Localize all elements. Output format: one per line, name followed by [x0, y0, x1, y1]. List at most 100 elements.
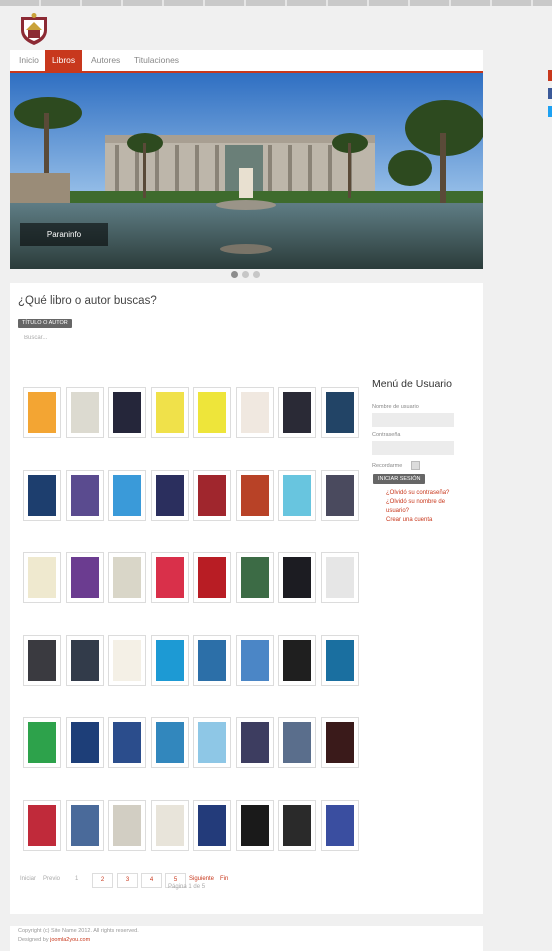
book-cover-image: [240, 557, 269, 598]
book-card[interactable]: [278, 717, 316, 768]
book-card[interactable]: [108, 799, 146, 851]
book-cover-image: [155, 557, 184, 598]
book-cover-image: [198, 639, 226, 681]
forgot-password-link[interactable]: ¿Olvidó su contraseña?: [386, 489, 449, 497]
book-card[interactable]: [150, 552, 189, 603]
filter-badge[interactable]: TÍTULO O AUTOR: [18, 319, 72, 328]
book-card[interactable]: [320, 799, 359, 851]
book-card[interactable]: [278, 552, 316, 603]
book-card[interactable]: [150, 799, 189, 851]
forgot-username-link[interactable]: ¿Olvidó su nombre de: [386, 498, 445, 506]
book-card[interactable]: [108, 717, 146, 768]
book-card[interactable]: [193, 634, 231, 686]
book-card[interactable]: [320, 469, 359, 521]
book-card[interactable]: [23, 799, 61, 851]
book-card[interactable]: [23, 469, 61, 521]
username-label: Nombre de usuario: [372, 404, 419, 410]
nav-item-titulaciones[interactable]: Titulaciones: [127, 50, 186, 71]
create-account-link[interactable]: Crear una cuenta: [386, 516, 432, 524]
university-logo[interactable]: [18, 12, 50, 46]
book-card[interactable]: [278, 634, 316, 686]
book-card[interactable]: [65, 552, 104, 603]
book-card[interactable]: [278, 469, 316, 521]
social-icon-3[interactable]: [548, 106, 552, 117]
pagination-page[interactable]: 3: [117, 873, 138, 888]
social-icon-1[interactable]: [548, 70, 552, 81]
book-card[interactable]: [278, 799, 316, 851]
book-card[interactable]: [23, 634, 61, 686]
book-card[interactable]: [150, 387, 189, 438]
book-cover-image: [70, 722, 99, 763]
book-cover-image: [240, 474, 269, 516]
hero-slider[interactable]: Paraninfo: [10, 73, 483, 269]
book-cover-image: [28, 804, 56, 846]
slide-caption: Paraninfo: [20, 223, 108, 246]
slider-dot[interactable]: [253, 271, 260, 278]
book-card[interactable]: [320, 387, 359, 438]
pagination-end[interactable]: Fin: [220, 873, 228, 886]
user-menu-title: Menú de Usuario: [372, 378, 452, 390]
book-card[interactable]: [235, 717, 274, 768]
book-card[interactable]: [108, 634, 146, 686]
book-card[interactable]: [235, 634, 274, 686]
nav-item-inicio[interactable]: Inicio: [12, 50, 46, 71]
book-cover-image: [283, 392, 311, 433]
book-card[interactable]: [193, 799, 231, 851]
book-card[interactable]: [150, 717, 189, 768]
pagination-page[interactable]: 4: [141, 873, 162, 888]
book-cover-image: [28, 722, 56, 763]
book-card[interactable]: [320, 552, 359, 603]
book-cover-image: [325, 557, 354, 598]
book-cover-image: [198, 804, 226, 846]
book-card[interactable]: [65, 799, 104, 851]
nav-item-autores[interactable]: Autores: [84, 50, 127, 71]
nav-item-libros[interactable]: Libros: [45, 50, 83, 71]
book-cover-image: [70, 392, 99, 433]
book-cover-image: [283, 557, 311, 598]
book-card[interactable]: [65, 717, 104, 768]
book-card[interactable]: [150, 634, 189, 686]
book-card[interactable]: [65, 634, 104, 686]
login-button[interactable]: INICIAR SESIÓN: [373, 474, 426, 484]
main-navigation: Inicio Libros Autores Titulaciones: [10, 50, 483, 73]
book-cover-image: [240, 392, 269, 433]
pagination-page[interactable]: 2: [92, 873, 113, 888]
slider-dot[interactable]: [242, 271, 249, 278]
book-card[interactable]: [278, 387, 316, 438]
book-cover-image: [325, 639, 354, 681]
book-card[interactable]: [108, 469, 146, 521]
social-icon-2[interactable]: [548, 88, 552, 99]
book-card[interactable]: [235, 387, 274, 438]
book-card[interactable]: [320, 717, 359, 768]
username-field[interactable]: [372, 413, 454, 427]
book-card[interactable]: [23, 717, 61, 768]
book-card[interactable]: [108, 552, 146, 603]
book-card[interactable]: [193, 469, 231, 521]
book-card[interactable]: [23, 552, 61, 603]
book-card[interactable]: [320, 634, 359, 686]
book-card[interactable]: [193, 717, 231, 768]
book-card[interactable]: [65, 387, 104, 438]
book-cover-image: [240, 639, 269, 681]
book-card[interactable]: [108, 387, 146, 438]
book-card[interactable]: [193, 552, 231, 603]
book-cover-image: [70, 557, 99, 598]
book-card[interactable]: [150, 469, 189, 521]
book-card[interactable]: [23, 387, 61, 438]
book-card[interactable]: [235, 469, 274, 521]
book-card[interactable]: [65, 469, 104, 521]
book-card[interactable]: [235, 552, 274, 603]
book-cover-image: [113, 804, 141, 846]
forgot-username-link-cont[interactable]: usuario?: [386, 507, 409, 515]
remember-checkbox[interactable]: [411, 461, 420, 470]
search-input[interactable]: [24, 333, 174, 343]
book-card[interactable]: [235, 799, 274, 851]
password-field[interactable]: [372, 441, 454, 455]
book-cover-image: [70, 804, 99, 846]
book-cover-image: [155, 639, 184, 681]
book-cover-image: [70, 639, 99, 681]
book-card[interactable]: [193, 387, 231, 438]
remember-label: Recordarme: [372, 463, 403, 469]
slider-dot[interactable]: [231, 271, 238, 278]
designer-link[interactable]: joomla2you.com: [50, 937, 90, 943]
